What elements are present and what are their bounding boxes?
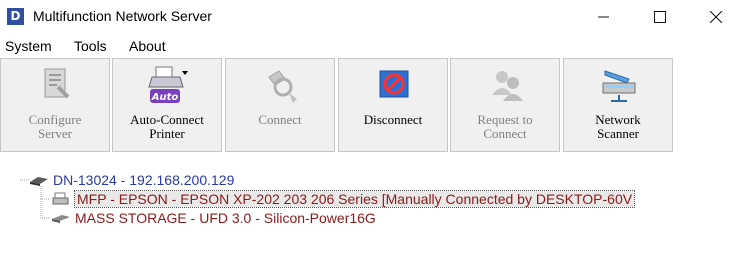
close-icon — [710, 10, 722, 23]
tree-node-mfp[interactable]: MFP - EPSON - EPSON XP-202 203 206 Serie… — [36, 190, 636, 208]
auto-connect-printer-button[interactable]: Auto Auto-Connect Printer — [112, 58, 222, 152]
app-icon: D — [7, 8, 24, 25]
title-bar: D Multifunction Network Server — [0, 0, 740, 33]
menu-system[interactable]: System — [5, 38, 52, 54]
menu-about[interactable]: About — [129, 38, 166, 54]
auto-connect-printer-icon: Auto — [148, 66, 188, 103]
disconnect-label: Disconnect — [363, 112, 423, 127]
minimize-button[interactable] — [581, 0, 627, 33]
network-scanner-icon — [602, 70, 636, 102]
mass-storage-node-label: MASS STORAGE - UFD 3.0 - Silicon-Power16… — [75, 210, 376, 226]
disconnect-icon — [379, 70, 409, 98]
connect-label: Connect — [258, 112, 302, 127]
tree-node-mass-storage[interactable]: MASS STORAGE - UFD 3.0 - Silicon-Power16… — [36, 209, 376, 227]
toolbar-empty-area — [675, 58, 740, 152]
connect-button[interactable]: Connect — [225, 58, 335, 152]
mfp-node-label: MFP - EPSON - EPSON XP-202 203 206 Serie… — [73, 190, 636, 208]
request-to-connect-label: Request to Connect — [477, 112, 533, 141]
configure-server-label: Configure Server — [28, 112, 82, 141]
printer-icon — [52, 192, 69, 205]
usb-storage-icon — [52, 215, 70, 223]
toolbar: Configure Server Auto Auto-Connect Print… — [0, 58, 740, 154]
configure-server-button[interactable]: Configure Server — [0, 58, 110, 152]
request-to-connect-button[interactable]: Request to Connect — [450, 58, 560, 152]
menu-tools[interactable]: Tools — [74, 38, 107, 54]
network-device-icon — [30, 177, 48, 186]
minimize-icon — [598, 16, 609, 17]
configure-server-icon — [44, 68, 70, 99]
auto-connect-printer-label: Auto-Connect Printer — [130, 112, 204, 141]
window-title: Multifunction Network Server — [33, 8, 212, 24]
tree-node-server[interactable]: DN-13024 - 192.168.200.129 — [14, 171, 234, 189]
server-node-label: DN-13024 - 192.168.200.129 — [53, 172, 235, 188]
auto-badge: Auto — [151, 92, 179, 103]
disconnect-button[interactable]: Disconnect — [338, 58, 448, 152]
close-button[interactable] — [693, 0, 739, 33]
maximize-icon — [654, 10, 666, 23]
network-scanner-button[interactable]: Network Scanner — [563, 58, 673, 152]
connect-icon — [268, 70, 297, 103]
menu-bar: System Tools About — [0, 36, 740, 56]
maximize-button[interactable] — [637, 0, 683, 33]
device-tree[interactable]: DN-13024 - 192.168.200.129 MFP - EPSON -… — [0, 168, 740, 258]
request-connect-icon — [492, 71, 523, 101]
network-scanner-label: Network Scanner — [595, 112, 641, 141]
